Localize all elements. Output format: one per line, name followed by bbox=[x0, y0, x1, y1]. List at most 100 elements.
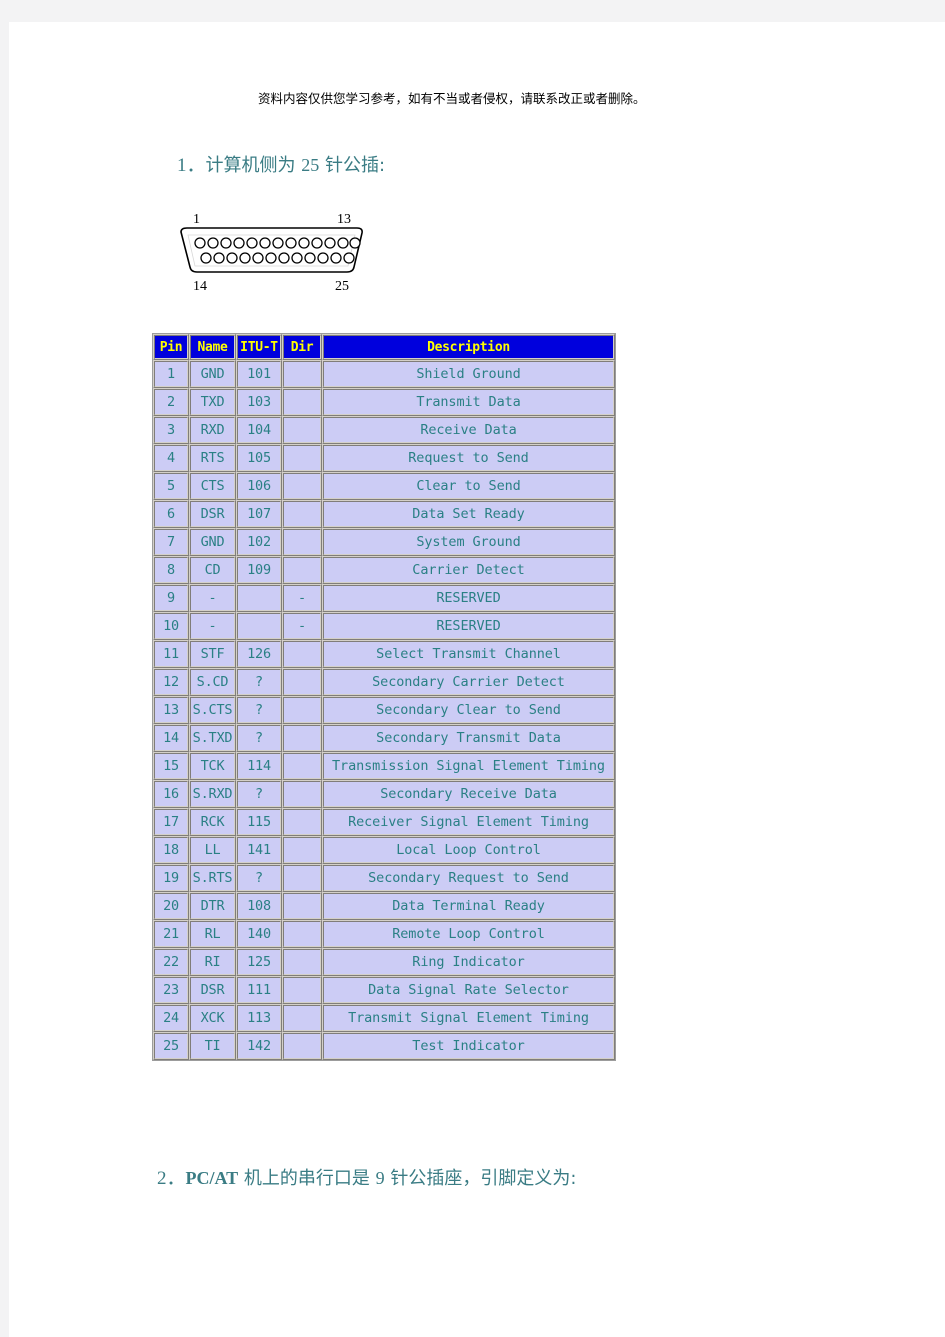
cell-dir bbox=[282, 920, 322, 948]
cell-pin: 14 bbox=[153, 724, 189, 752]
cell-description: Select Transmit Channel bbox=[322, 640, 615, 668]
cell-pin: 13 bbox=[153, 696, 189, 724]
cell-itu-t: 113 bbox=[236, 1004, 282, 1032]
cell-name: DTR bbox=[189, 892, 236, 920]
section-2-text-b: 针公插座，引脚定义为: bbox=[384, 1168, 577, 1189]
cell-itu-t: 107 bbox=[236, 500, 282, 528]
cell-description: Secondary Request to Send bbox=[322, 864, 615, 892]
cell-dir bbox=[282, 556, 322, 584]
cell-itu-t: 114 bbox=[236, 752, 282, 780]
cell-name: TCK bbox=[189, 752, 236, 780]
section-heading-1: 1．计算机侧为 25 针公插: bbox=[177, 150, 385, 177]
cell-name: DSR bbox=[189, 500, 236, 528]
cell-itu-t: 101 bbox=[236, 360, 282, 388]
cell-itu-t: ? bbox=[236, 864, 282, 892]
cell-pin: 7 bbox=[153, 528, 189, 556]
cell-description: RESERVED bbox=[322, 584, 615, 612]
cell-description: Receive Data bbox=[322, 416, 615, 444]
cell-itu-t: 108 bbox=[236, 892, 282, 920]
cell-itu-t: 105 bbox=[236, 444, 282, 472]
section-1-text-b: 针公插: bbox=[319, 155, 386, 176]
cell-name: CTS bbox=[189, 472, 236, 500]
pin-label-1: 1 bbox=[193, 212, 200, 227]
cell-pin: 10 bbox=[153, 612, 189, 640]
cell-pin: 11 bbox=[153, 640, 189, 668]
table-row: 16 S.RXD? Secondary Receive Data bbox=[153, 780, 615, 808]
cell-itu-t: 103 bbox=[236, 388, 282, 416]
cell-description: Test Indicator bbox=[322, 1032, 615, 1060]
section-2-text-a: 机上的串行口是 bbox=[238, 1168, 376, 1189]
table-row: 15 TCK 114 Transmission Signal Element Timi… bbox=[153, 752, 615, 780]
disclaimer-text: 资料内容仅供您学习参考，如有不当或者侵权，请联系改正或者删除。 bbox=[258, 91, 646, 106]
table-row: 2 TXD 103 Transmit Data bbox=[153, 388, 615, 416]
cell-pin: 5 bbox=[153, 472, 189, 500]
cell-itu-t bbox=[236, 584, 282, 612]
cell-name: S.RTS bbox=[189, 864, 236, 892]
cell-dir bbox=[282, 640, 322, 668]
table-row: 14 S.TXD? Secondary Transmit Data bbox=[153, 724, 615, 752]
table-row: 1 GND 101 Shield Ground bbox=[153, 360, 615, 388]
cell-pin: 15 bbox=[153, 752, 189, 780]
table-row: 11 STF 126 Select Transmit Channel bbox=[153, 640, 615, 668]
cell-pin: 17 bbox=[153, 808, 189, 836]
section-2-pin-count: 9 bbox=[375, 1168, 385, 1188]
cell-dir bbox=[282, 864, 322, 892]
table-row: 9- - RESERVED bbox=[153, 584, 615, 612]
cell-description: Remote Loop Control bbox=[322, 920, 615, 948]
section-heading-2: 2．PC/AT 机上的串行口是 9 针公插座，引脚定义为: bbox=[157, 1163, 576, 1190]
cell-name: RL bbox=[189, 920, 236, 948]
cell-dir bbox=[282, 780, 322, 808]
section-1-text-a: 计算机侧为 bbox=[205, 155, 302, 176]
cell-dir bbox=[282, 892, 322, 920]
cell-pin: 21 bbox=[153, 920, 189, 948]
cell-dir bbox=[282, 948, 322, 976]
cell-itu-t: ? bbox=[236, 724, 282, 752]
cell-dir bbox=[282, 724, 322, 752]
table-row: 24 XCK 113 Transmit Signal Element Timing bbox=[153, 1004, 615, 1032]
cell-name: RTS bbox=[189, 444, 236, 472]
cell-name: TI bbox=[189, 1032, 236, 1060]
cell-pin: 4 bbox=[153, 444, 189, 472]
cell-description: Carrier Detect bbox=[322, 556, 615, 584]
cell-itu-t: 140 bbox=[236, 920, 282, 948]
cell-dir bbox=[282, 472, 322, 500]
cell-pin: 23 bbox=[153, 976, 189, 1004]
cell-itu-t: 125 bbox=[236, 948, 282, 976]
cell-name: RI bbox=[189, 948, 236, 976]
cell-name: S.RXD bbox=[189, 780, 236, 808]
cell-description: Secondary Transmit Data bbox=[322, 724, 615, 752]
cell-pin: 18 bbox=[153, 836, 189, 864]
cell-dir bbox=[282, 836, 322, 864]
column-header-dir: Dir bbox=[282, 334, 322, 360]
cell-itu-t: ? bbox=[236, 668, 282, 696]
cell-itu-t: 109 bbox=[236, 556, 282, 584]
cell-itu-t: 106 bbox=[236, 472, 282, 500]
cell-description: Data Signal Rate Selector bbox=[322, 976, 615, 1004]
cell-name: S.TXD bbox=[189, 724, 236, 752]
cell-pin: 22 bbox=[153, 948, 189, 976]
cell-pin: 19 bbox=[153, 864, 189, 892]
cell-name: S.CTS bbox=[189, 696, 236, 724]
cell-itu-t: 102 bbox=[236, 528, 282, 556]
cell-dir bbox=[282, 360, 322, 388]
cell-name: GND bbox=[189, 360, 236, 388]
cell-name: LL bbox=[189, 836, 236, 864]
table-row: 20 DTR 108 Data Terminal Ready bbox=[153, 892, 615, 920]
table-row: 4 RTS 105 Request to Send bbox=[153, 444, 615, 472]
column-header-pin: Pin bbox=[153, 334, 189, 360]
cell-itu-t: 126 bbox=[236, 640, 282, 668]
cell-itu-t: ? bbox=[236, 696, 282, 724]
cell-name: STF bbox=[189, 640, 236, 668]
cell-itu-t bbox=[236, 612, 282, 640]
db25-connector-drawing: 1 13 14 25 bbox=[180, 212, 363, 294]
cell-itu-t: 115 bbox=[236, 808, 282, 836]
table-row: 25 TI 142 Test Indicator bbox=[153, 1032, 615, 1060]
cell-name: DSR bbox=[189, 976, 236, 1004]
cell-pin: 12 bbox=[153, 668, 189, 696]
table-row: 3 RXD 104 Receive Data bbox=[153, 416, 615, 444]
cell-dir bbox=[282, 752, 322, 780]
table-header-row: Pin Name ITU-T Dir Description bbox=[153, 334, 615, 360]
cell-name: - bbox=[189, 612, 236, 640]
cell-pin: 24 bbox=[153, 1004, 189, 1032]
table-row: 12 S.CD? Secondary Carrier Detect bbox=[153, 668, 615, 696]
